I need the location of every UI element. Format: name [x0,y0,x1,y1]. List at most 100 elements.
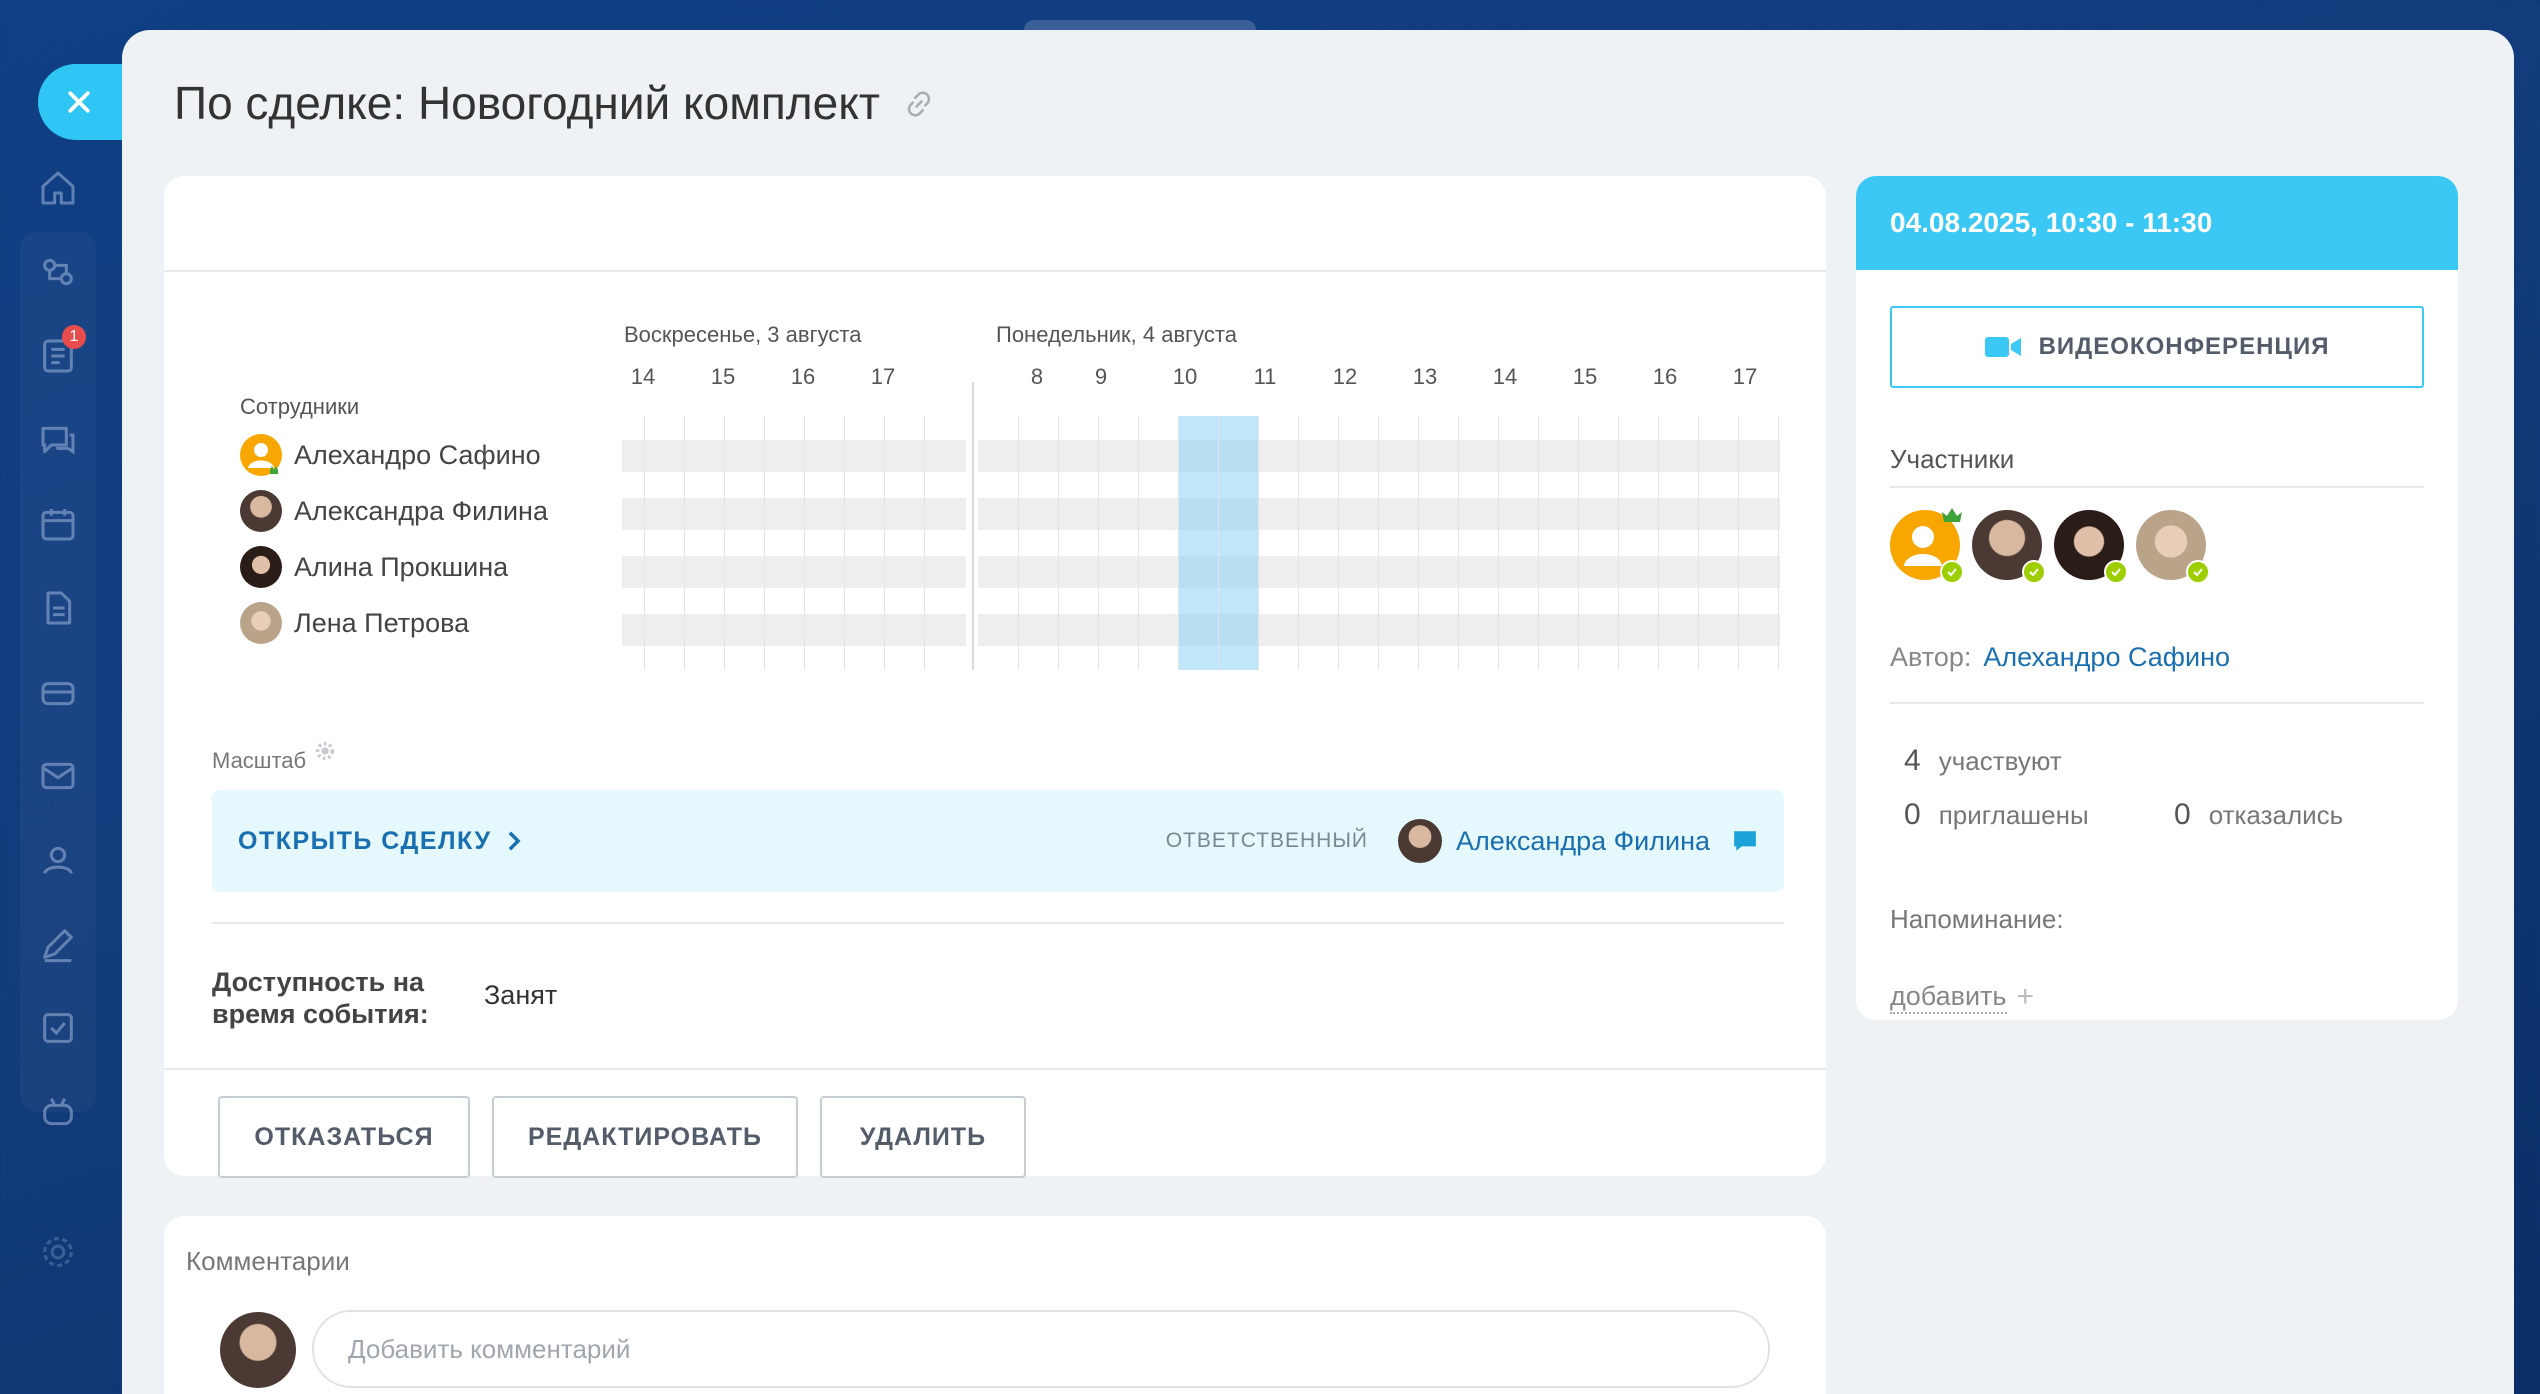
grid-line [1778,416,1779,670]
decline-button[interactable]: ОТКАЗАТЬСЯ [218,1096,470,1178]
mail-icon[interactable] [34,752,82,800]
settings-icon[interactable] [34,1228,82,1276]
hour-tick: 15 [1572,364,1598,389]
grid-line [844,416,845,670]
invited-stat[interactable]: 0 приглашены [1904,798,2089,832]
grid-line [1218,416,1219,670]
signature-icon[interactable] [34,920,82,968]
checkbox-icon[interactable] [34,1004,82,1052]
divider [1890,702,2424,704]
hour-tick: 17 [1732,364,1758,389]
participant-avatar[interactable] [2054,510,2128,584]
employee-name: Лена Петрова [294,607,470,638]
scale-control[interactable]: Масштаб [212,741,336,774]
employee-row[interactable]: Алехандро Сафино [240,434,541,476]
hour-tick: 17 [870,364,896,389]
close-slider-button[interactable] [38,64,128,140]
participants-title: Участники [1890,444,2015,474]
event-slider-panel: По сделке: Новогодний комплект Воскресен… [122,30,2514,1394]
event-main-card: Воскресенье, 3 августа Понедельник, 4 ав… [164,176,1826,1178]
open-deal-label: ОТКРЫТЬ СДЕЛКУ [238,826,492,855]
user-avatar [240,490,282,532]
default-user-icon [240,434,282,476]
employee-name: Александра Филина [294,495,548,526]
edit-button[interactable]: РЕДАКТИРОВАТЬ [492,1096,798,1178]
grid-line [1738,416,1739,670]
declined-stat[interactable]: 0 отказались [2174,798,2343,832]
hour-tick: 16 [790,364,816,389]
close-icon [68,91,90,113]
chevron-right-icon [508,831,521,851]
declined-count: 0 [2174,798,2191,831]
document-icon[interactable] [34,584,82,632]
hour-tick: 12 [1332,364,1358,389]
divider [164,1068,1826,1070]
grid-line [804,416,805,670]
inbox-icon[interactable] [34,668,82,716]
calendar-icon[interactable] [34,500,82,548]
responsible-avatar[interactable] [1398,819,1443,863]
home-icon[interactable] [34,164,82,212]
grid-line [1418,416,1419,670]
comment-input[interactable]: Добавить комментарий [312,1310,1770,1388]
delete-button[interactable]: УДАЛИТЬ [820,1096,1026,1178]
author-row: Автор: Алехандро Сафино [1890,642,2230,673]
grid-line [1618,416,1619,670]
author-name[interactable]: Алехандро Сафино [1983,642,2230,672]
participant-avatar[interactable] [2136,510,2210,584]
hour-tick: 11 [1253,364,1277,389]
planner-grid-sunday[interactable] [622,416,966,670]
responsible-name[interactable]: Александра Филина [1456,826,1710,857]
day-label-monday: Понедельник, 4 августа [996,322,1237,347]
scale-label: Масштаб [212,748,307,773]
grid-line [724,416,725,670]
accepted-check-icon [2022,560,2046,584]
video-camera-icon [1984,337,2021,357]
employees-header: Сотрудники [240,394,360,419]
employee-row[interactable]: Лена Петрова [240,602,469,644]
grid-line [1178,416,1179,670]
day-label-sunday: Воскресенье, 3 августа [624,322,862,347]
participant-avatar[interactable] [1890,508,1964,584]
attending-label: участвуют [1938,746,2062,776]
employee-row[interactable]: Алина Прокшина [240,546,508,588]
grid-line [1698,416,1699,670]
grid-line [1338,416,1339,670]
planner-grid-monday[interactable] [978,416,1780,670]
robot-icon[interactable] [34,1088,82,1136]
employee-name: Алехандро Сафино [294,439,541,470]
accepted-check-icon [2186,560,2210,584]
grid-line [1378,416,1379,670]
message-icon[interactable] [1732,828,1758,854]
grid-line [1498,416,1499,670]
add-reminder-label: добавить [1890,981,2007,1014]
grid-line [1298,416,1299,670]
open-deal-link[interactable]: ОТКРЫТЬ СДЕЛКУ [238,827,522,856]
grid-row [622,556,966,588]
add-reminder-link[interactable]: добавить + [1890,980,2034,1014]
employee-name: Алина Прокшина [294,551,509,582]
contacts-icon[interactable] [34,836,82,884]
invited-label: приглашены [1938,800,2089,830]
participant-avatar[interactable] [1972,510,2046,584]
grid-line [1018,416,1019,670]
declined-label: отказались [2208,800,2344,830]
hour-tick: 13 [1412,364,1438,389]
grid-line [764,416,765,670]
gear-icon[interactable] [314,740,336,762]
invited-count: 0 [1904,798,1921,831]
grid-line [884,416,885,670]
employee-row[interactable]: Александра Филина [240,490,548,532]
hour-tick: 14 [1492,364,1518,389]
hour-tick: 9 [1094,364,1108,389]
video-conference-button[interactable]: ВИДЕОКОНФЕРЕНЦИЯ [1890,306,2424,388]
chat-icon[interactable] [34,416,82,464]
grid-line [1058,416,1059,670]
link-icon[interactable] [904,76,934,130]
attending-stat[interactable]: 4 участвуют [1904,744,2062,778]
plus-icon: + [2016,980,2035,1013]
page-title-text: По сделке: Новогодний комплект [174,77,880,129]
user-avatar [240,546,282,588]
sync-icon[interactable] [34,248,82,296]
deal-bar: ОТКРЫТЬ СДЕЛКУ ОТВЕТСТВЕННЫЙ Александра … [212,790,1784,892]
